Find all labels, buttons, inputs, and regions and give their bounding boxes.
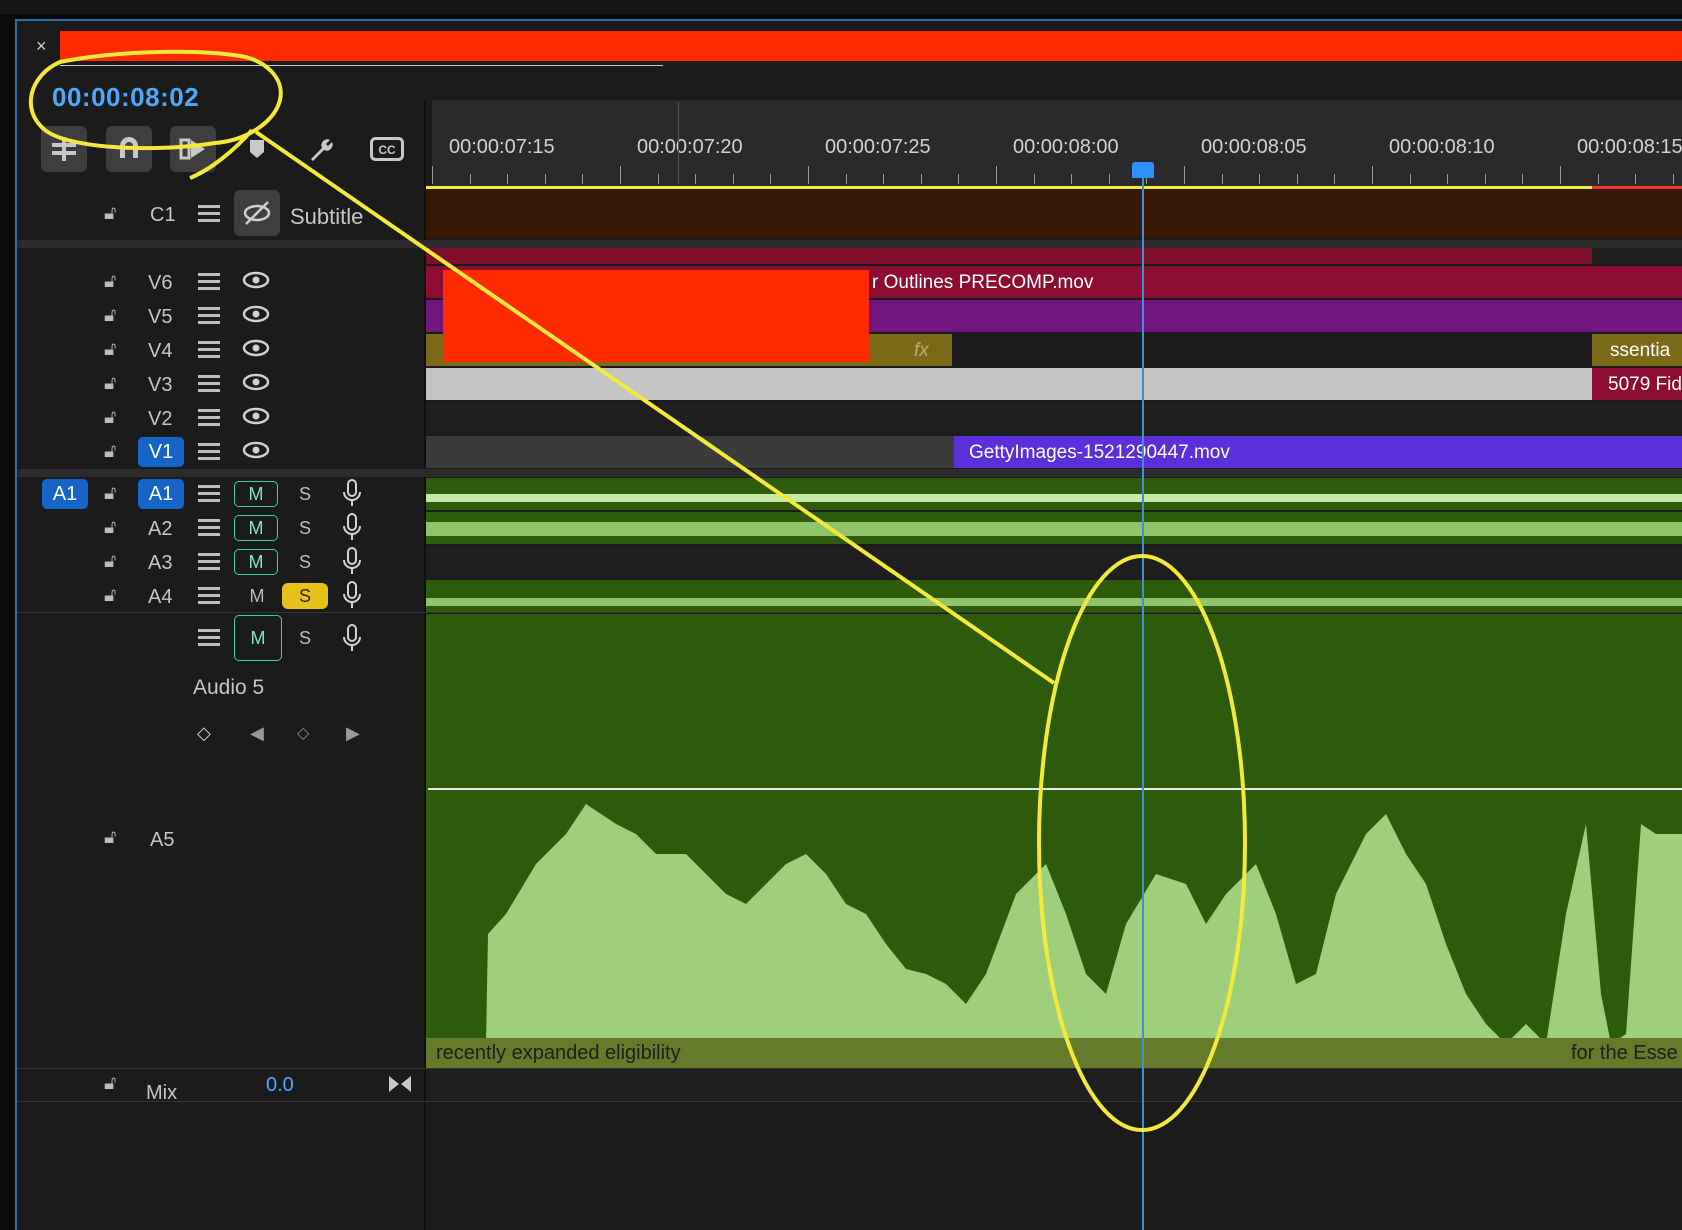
annotation-circle-timecode	[28, 49, 283, 151]
annotation-overlay	[28, 49, 1247, 1132]
annotation-ellipse-waveform	[1037, 554, 1247, 1132]
annotation-pointer-line	[254, 130, 1056, 685]
